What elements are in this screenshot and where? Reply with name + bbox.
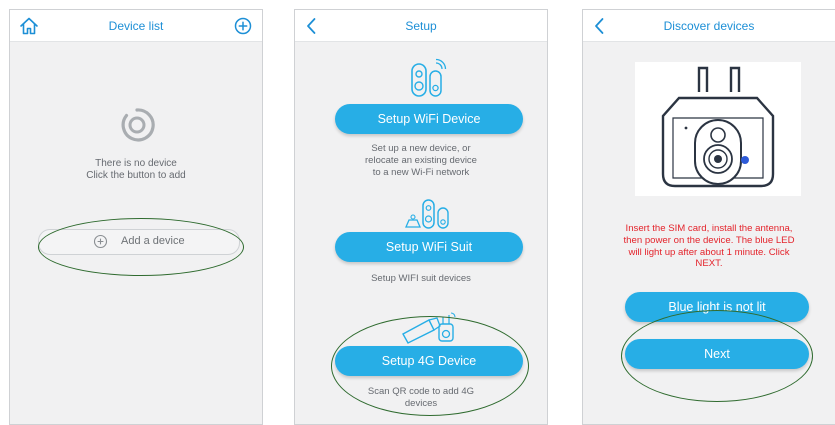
desc-line: to a new Wi-Fi network [372,167,470,178]
plus-circle-icon [93,234,108,249]
blue-light-not-lit-button[interactable]: Blue light is not lit [625,292,809,322]
device-list-screen: Device list There is no device Click the… [9,9,263,425]
setup-header: Setup [295,10,547,42]
instruction-line: will light up after about 1 minute. Clic… [628,246,790,258]
add-circle-icon[interactable] [232,15,254,37]
4g-camera-icon [402,312,456,344]
discover-devices-screen: Discover devices Insert the SIM card, in… [582,9,835,425]
page-title: Device list [108,19,164,33]
next-button[interactable]: Next [625,339,809,369]
setup-4g-device-button[interactable]: Setup 4G Device [335,346,523,376]
camera-illustration [635,62,801,196]
wifi-doorbell-icon [411,58,447,97]
4g-device-description: Scan QR code to add 4G devices [295,386,547,410]
wifi-suit-description: Setup WIFI suit devices [371,273,471,284]
device-list-header: Device list [10,10,262,42]
instruction-line: then power on the device. The blue LED [623,234,795,246]
empty-line-2: Click the button to add [86,170,186,181]
setup-screen: Setup Setup WiFi Device Set up a new dev… [294,9,548,425]
desc-line: relocate an existing device [365,155,477,166]
desc-line: devices [404,398,438,409]
empty-state-icon [121,108,155,142]
desc-line: Set up a new device, or [371,143,471,154]
desc-line: Scan QR code to add 4G [367,386,475,397]
empty-line-1: There is no device [95,158,177,169]
setup-instruction: Insert the SIM card, install the antenna… [583,223,835,270]
discover-header: Discover devices [583,10,835,42]
page-title: Discover devices [663,19,755,33]
setup-wifi-suit-button[interactable]: Setup WiFi Suit [335,232,523,262]
wifi-suit-icon [405,199,449,229]
add-device-label: Add a device [121,235,185,247]
add-device-button[interactable]: Add a device [38,229,240,255]
4g-camera-icon [661,66,775,188]
empty-message: There is no device Click the button to a… [10,158,262,182]
wifi-device-description: Set up a new device, or relocate an exis… [295,143,547,179]
setup-wifi-device-button[interactable]: Setup WiFi Device [335,104,523,134]
instruction-line: NEXT. [695,258,723,270]
instruction-line: Insert the SIM card, install the antenna… [625,223,793,234]
page-title: Setup [405,19,437,33]
